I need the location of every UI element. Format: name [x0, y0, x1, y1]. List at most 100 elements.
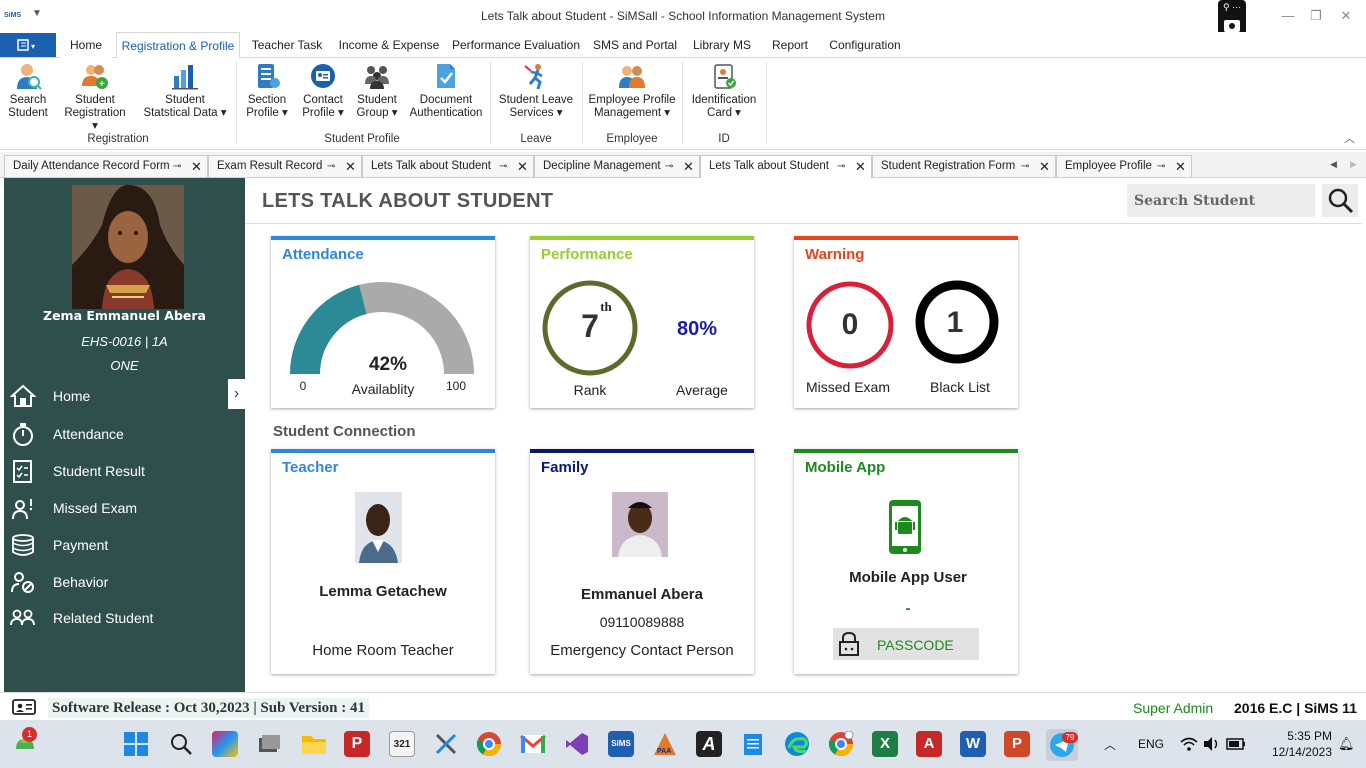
pin-icon: ⊸	[173, 161, 182, 172]
document-authentication-button[interactable]: Document Authentication	[408, 62, 484, 120]
ribbon-separator	[490, 62, 491, 144]
doc-tab-lets-talk[interactable]: Lets Talk about Student ⊸ ✕	[362, 155, 534, 177]
tray-overflow-icon[interactable]: ︿	[1104, 736, 1116, 753]
chrome-icon[interactable]	[476, 731, 502, 757]
people-icon	[10, 609, 35, 626]
gauge-max-label: 100	[445, 379, 467, 393]
search-student-button[interactable]: Search Student	[4, 62, 52, 120]
student-registration-icon: +	[82, 65, 108, 90]
attendance-percent: 42%	[368, 354, 408, 375]
volume-icon[interactable]	[1202, 736, 1220, 752]
wifi-icon[interactable]	[1180, 736, 1198, 752]
svg-text:+: +	[99, 79, 105, 90]
tab-sms-portal[interactable]: SMS and Portal	[590, 32, 680, 58]
family-card: Family Emmanuel Abera 09110089888 Emerge…	[530, 449, 754, 674]
passcode-button[interactable]: PASSCODE	[833, 628, 979, 660]
file-explorer-icon[interactable]	[301, 732, 327, 756]
sidebar-item-attendance[interactable]: Attendance	[10, 417, 240, 451]
card-title: Teacher	[282, 459, 339, 476]
publisher-app-icon[interactable]: P	[344, 731, 370, 757]
paa-app-icon[interactable]: PAA	[652, 731, 678, 757]
font-app-icon[interactable]: A	[696, 731, 722, 757]
mobile-app-value: -	[905, 600, 911, 617]
tab-teacher-task[interactable]: Teacher Task	[246, 32, 328, 58]
battery-icon[interactable]	[1226, 737, 1246, 751]
task-view-icon[interactable]	[257, 733, 281, 755]
sidebar-item-missed-exam[interactable]: Missed Exam	[10, 491, 240, 525]
doc-tab-daily-attendance[interactable]: Daily Attendance Record Form ⊸ ✕	[4, 155, 208, 177]
tab-scroll-right-icon[interactable]: ▶	[1350, 159, 1357, 170]
tray-clock[interactable]: 5:35 PM 12/14/2023	[1252, 728, 1332, 760]
contact-profile-button[interactable]: Contact Profile ▾	[298, 62, 348, 120]
tab-registration-profile[interactable]: Registration & Profile	[116, 32, 240, 59]
window-title: Lets Talk about Student - SiMSall - Scho…	[481, 9, 885, 23]
notepad-icon[interactable]	[740, 731, 766, 757]
card-title: Performance	[541, 246, 633, 263]
start-icon[interactable]	[123, 731, 149, 757]
section-profile-button[interactable]: Section Profile ▾	[242, 62, 292, 120]
ribbon-group-leave: Leave	[520, 133, 552, 145]
stopwatch-icon	[13, 423, 33, 446]
edge-icon[interactable]	[784, 731, 810, 757]
family-name: Emmanuel Abera	[581, 586, 703, 603]
close-tab-icon: ✕	[1039, 159, 1050, 174]
close-window-icon[interactable]: ✕	[1334, 6, 1358, 26]
search-icon	[1328, 188, 1354, 214]
tab-performance-evaluation[interactable]: Performance Evaluation	[450, 32, 582, 58]
mobile-app-status: Mobile App User	[849, 569, 967, 586]
language-indicator[interactable]: ENG	[1138, 737, 1164, 751]
sidebar-item-behavior[interactable]: Behavior	[10, 565, 240, 599]
person-alert-icon	[12, 499, 33, 520]
sidebar-item-student-result[interactable]: Student Result	[10, 454, 240, 488]
student-group-button[interactable]: Student Group ▾	[352, 62, 402, 120]
section-label-student-connection: Student Connection	[273, 423, 416, 440]
minimize-icon[interactable]: —	[1276, 6, 1300, 26]
tab-scroll-left-icon[interactable]: ◀	[1330, 159, 1337, 170]
tab-report[interactable]: Report	[764, 32, 816, 58]
sidebar-item-related-student[interactable]: Related Student	[10, 601, 240, 635]
visual-studio-icon[interactable]	[564, 731, 590, 757]
chrome-profile-icon[interactable]	[828, 731, 854, 757]
android-phone-icon	[889, 500, 921, 554]
student-statistical-data-button[interactable]: Student Statstical Data ▾	[138, 62, 232, 120]
teacher-name: Lemma Getachew	[319, 583, 447, 600]
powerpoint-icon[interactable]: P	[1004, 731, 1030, 757]
pin-icon: ⊸	[327, 161, 336, 172]
restore-icon[interactable]: ❐	[1304, 6, 1328, 26]
leave-runner-icon	[524, 64, 543, 90]
search-student-input[interactable]: Search Student	[1127, 184, 1315, 217]
behavior-icon	[11, 572, 34, 593]
doc-tab-student-registration[interactable]: Student Registration Form ⊸ ✕	[872, 155, 1056, 177]
copilot-icon[interactable]	[212, 731, 238, 757]
gmail-icon[interactable]	[520, 733, 546, 755]
sidebar-item-home[interactable]: Home	[10, 379, 240, 413]
file-menu-button[interactable]: ▾	[0, 33, 56, 57]
mobile-app-card: Mobile App Mobile App User - PASSCODE	[794, 449, 1018, 674]
employee-profile-management-button[interactable]: Employee Profile Management ▾	[588, 62, 676, 120]
sidebar-item-payment[interactable]: Payment	[10, 528, 240, 562]
doc-tab-exam-result[interactable]: Exam Result Record ⊸ ✕	[208, 155, 362, 177]
taskbar-search-icon[interactable]	[168, 731, 194, 757]
tab-home[interactable]: Home	[60, 32, 112, 58]
student-leave-services-button[interactable]: Student Leave Services ▾	[496, 62, 576, 120]
tab-income-expense[interactable]: Income & Expense	[334, 32, 444, 58]
notifications-icon[interactable]: 🔔︎	[1338, 736, 1355, 752]
doc-tab-lets-talk-active[interactable]: Lets Talk about Student ⊸ ✕	[700, 155, 872, 178]
pin-icon: ⊸	[1157, 161, 1166, 172]
tab-library-ms[interactable]: Library MS	[688, 32, 756, 58]
calendar-app-icon[interactable]: 321	[389, 731, 415, 757]
search-button[interactable]	[1322, 184, 1358, 217]
word-icon[interactable]: W	[960, 731, 986, 757]
excel-icon[interactable]: X	[872, 731, 898, 757]
tab-configuration[interactable]: Configuration	[824, 32, 906, 58]
snipping-tool-icon[interactable]	[433, 731, 459, 757]
doc-tab-employee-profile[interactable]: Employee Profile ⊸ ✕	[1056, 155, 1192, 177]
home-icon	[10, 384, 36, 407]
identification-card-button[interactable]: Identification Card ▾	[688, 62, 760, 120]
student-registration-button[interactable]: + Student Registration ▾	[60, 62, 130, 133]
acrobat-icon[interactable]: A	[916, 731, 942, 757]
collapse-ribbon-icon[interactable]: ︿	[1344, 130, 1355, 146]
sims-app-icon[interactable]: SiMS	[608, 731, 634, 757]
average-value: 80%	[676, 318, 718, 340]
doc-tab-decipline-management[interactable]: Decipline Management ⊸ ✕	[534, 155, 700, 177]
